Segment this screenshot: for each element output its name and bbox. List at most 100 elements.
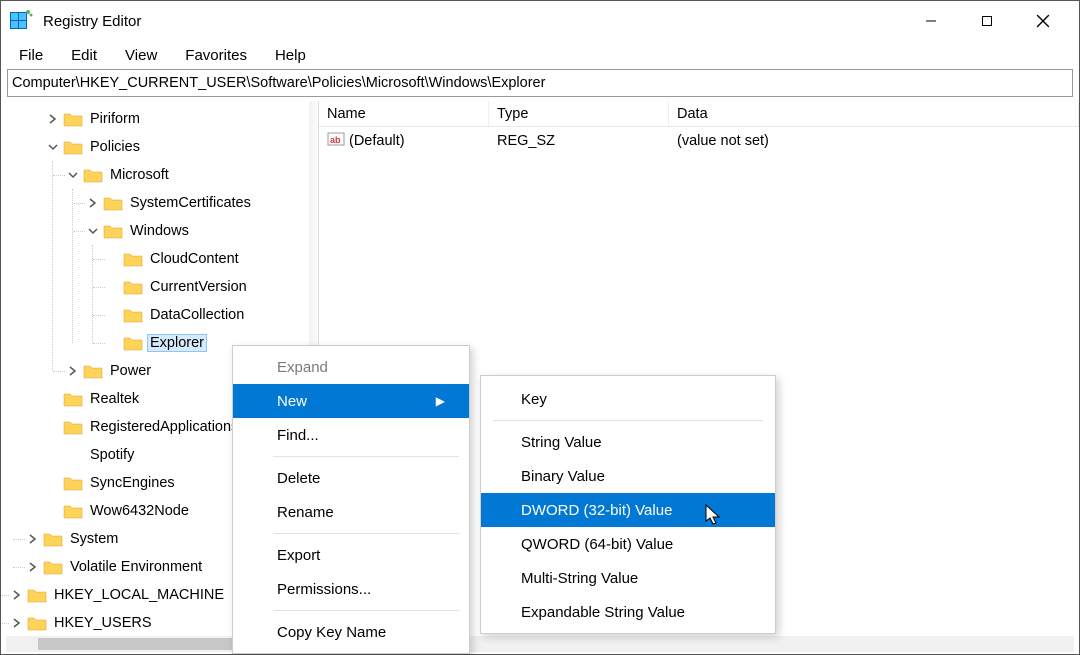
tree-label: RegisteredApplications: [87, 418, 241, 436]
tree-item-policies[interactable]: Policies: [45, 133, 318, 161]
menu-view[interactable]: View: [115, 45, 167, 66]
menu-separator: [273, 533, 459, 534]
window-title: Registry Editor: [43, 13, 903, 30]
folder-icon: [103, 223, 123, 239]
menu-item-stringvalue[interactable]: String Value: [481, 425, 775, 459]
chevron-right-icon[interactable]: [65, 366, 81, 376]
folder-icon: [103, 195, 123, 211]
menu-item-find[interactable]: Find...: [233, 418, 469, 452]
folder-icon: [27, 615, 47, 631]
maximize-button[interactable]: [959, 3, 1015, 39]
folder-icon: [43, 559, 63, 575]
chevron-right-icon[interactable]: [85, 198, 101, 208]
tree-label: Microsoft: [107, 166, 172, 184]
titlebar-controls: [903, 3, 1071, 39]
chevron-right-icon[interactable]: [45, 114, 61, 124]
menu-edit[interactable]: Edit: [61, 45, 107, 66]
folder-icon: [63, 447, 83, 463]
menu-separator: [273, 610, 459, 611]
menu-help[interactable]: Help: [265, 45, 316, 66]
tree-label: Power: [107, 362, 154, 380]
chevron-right-icon: ▶: [436, 394, 445, 408]
tree-label: HKEY_USERS: [51, 614, 155, 632]
minimize-button[interactable]: [903, 3, 959, 39]
scrollbar-thumb[interactable]: [38, 638, 238, 650]
chevron-down-icon[interactable]: [65, 170, 81, 180]
column-header-data[interactable]: Data: [669, 101, 1079, 126]
folder-icon: [63, 111, 83, 127]
folder-icon: [27, 587, 47, 603]
tree-label: Spotify: [87, 446, 137, 464]
menu-file[interactable]: File: [9, 45, 53, 66]
chevron-right-icon[interactable]: [25, 534, 41, 544]
menu-item-binaryvalue[interactable]: Binary Value: [481, 459, 775, 493]
folder-icon: [63, 391, 83, 407]
menu-separator: [273, 456, 459, 457]
address-bar[interactable]: Computer\HKEY_CURRENT_USER\Software\Poli…: [7, 69, 1073, 97]
tree-label: HKEY_LOCAL_MACHINE: [51, 586, 227, 604]
horizontal-scrollbar[interactable]: [6, 636, 1074, 652]
tree-label: Explorer: [147, 334, 207, 352]
close-button[interactable]: [1015, 3, 1071, 39]
menu-favorites[interactable]: Favorites: [175, 45, 257, 66]
menu-item-qword[interactable]: QWORD (64-bit) Value: [481, 527, 775, 561]
tree-label: SyncEngines: [87, 474, 178, 492]
menu-item-multistring[interactable]: Multi-String Value: [481, 561, 775, 595]
address-bar-text: Computer\HKEY_CURRENT_USER\Software\Poli…: [12, 75, 545, 91]
menu-item-rename[interactable]: Rename: [233, 495, 469, 529]
folder-icon: [43, 531, 63, 547]
folder-icon: [123, 279, 143, 295]
tree-label: CurrentVersion: [147, 278, 250, 296]
folder-icon: [63, 503, 83, 519]
menubar: File Edit View Favorites Help: [1, 41, 1079, 69]
menu-item-dword[interactable]: DWORD (32-bit) Value: [481, 493, 775, 527]
menu-separator: [493, 420, 763, 421]
folder-icon: [83, 363, 103, 379]
list-cell-type: REG_SZ: [489, 133, 669, 149]
chevron-right-icon[interactable]: [9, 590, 25, 600]
folder-icon: [123, 251, 143, 267]
chevron-down-icon[interactable]: [45, 142, 61, 152]
tree-item-piriform[interactable]: Piriform: [45, 105, 318, 133]
chevron-right-icon[interactable]: [9, 618, 25, 628]
folder-icon: [123, 307, 143, 323]
menu-item-expand[interactable]: Expand: [233, 350, 469, 384]
chevron-right-icon[interactable]: [25, 562, 41, 572]
tree-item-windows[interactable]: Windows: [85, 217, 318, 245]
tree-label: Windows: [127, 222, 192, 240]
chevron-down-icon[interactable]: [85, 226, 101, 236]
tree-item-currentversion[interactable]: CurrentVersion: [105, 273, 318, 301]
column-header-type[interactable]: Type: [489, 101, 669, 126]
menu-item-export[interactable]: Export: [233, 538, 469, 572]
context-submenu-new: Key String Value Binary Value DWORD (32-…: [480, 375, 776, 634]
svg-text:ab: ab: [330, 135, 341, 145]
tree-item-cloudcontent[interactable]: CloudContent: [105, 245, 318, 273]
menu-item-expandable[interactable]: Expandable String Value: [481, 595, 775, 629]
folder-icon: [123, 335, 143, 351]
folder-icon: [63, 419, 83, 435]
column-header-name[interactable]: Name: [319, 101, 489, 126]
string-value-icon: ab: [327, 130, 345, 152]
folder-icon: [83, 167, 103, 183]
context-menu: Expand New▶ Find... Delete Rename Export…: [232, 345, 470, 654]
tree-label: Policies: [87, 138, 143, 156]
folder-icon: [63, 475, 83, 491]
tree-label: SystemCertificates: [127, 194, 254, 212]
tree-label: Volatile Environment: [67, 558, 205, 576]
tree-item-microsoft[interactable]: Microsoft: [65, 161, 318, 189]
tree-label: Piriform: [87, 110, 143, 128]
tree-item-datacollection[interactable]: DataCollection: [105, 301, 318, 329]
menu-item-key[interactable]: Key: [481, 382, 775, 416]
menu-item-new[interactable]: New▶: [233, 384, 469, 418]
list-headers: Name Type Data: [319, 101, 1079, 127]
tree-item-systemcertificates[interactable]: SystemCertificates: [85, 189, 318, 217]
menu-item-copykeyname[interactable]: Copy Key Name: [233, 615, 469, 649]
menu-item-permissions[interactable]: Permissions...: [233, 572, 469, 606]
tree-label: DataCollection: [147, 306, 247, 324]
list-row-default[interactable]: ab (Default) REG_SZ (value not set): [319, 127, 1079, 155]
menu-item-delete[interactable]: Delete: [233, 461, 469, 495]
list-cell-data: (value not set): [669, 133, 1079, 149]
tree-label: Wow6432Node: [87, 502, 192, 520]
folder-icon: [63, 139, 83, 155]
titlebar: Registry Editor: [1, 1, 1079, 41]
